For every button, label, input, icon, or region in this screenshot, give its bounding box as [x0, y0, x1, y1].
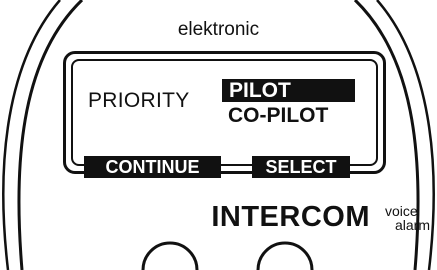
continue-softkey-label: CONTINUE — [84, 156, 221, 178]
select-softkey-label: SELECT — [252, 156, 350, 178]
brand-logo: elektronic — [177, 19, 260, 40]
product-name: INTERCOM — [211, 201, 370, 233]
continue-button[interactable] — [140, 240, 200, 270]
product-subtitle-alarm: alarm — [395, 217, 431, 233]
priority-label: PRIORITY — [88, 89, 190, 112]
option-co-pilot[interactable]: CO-PILOT — [228, 104, 328, 128]
option-pilot-selected[interactable]: PILOT — [222, 79, 355, 102]
product-subtitle-voice: voice — [385, 203, 418, 219]
select-button[interactable] — [255, 240, 315, 270]
intercom-device-panel: elektronic PRIORITY PILOT CO-PILOT CONTI… — [0, 0, 437, 270]
